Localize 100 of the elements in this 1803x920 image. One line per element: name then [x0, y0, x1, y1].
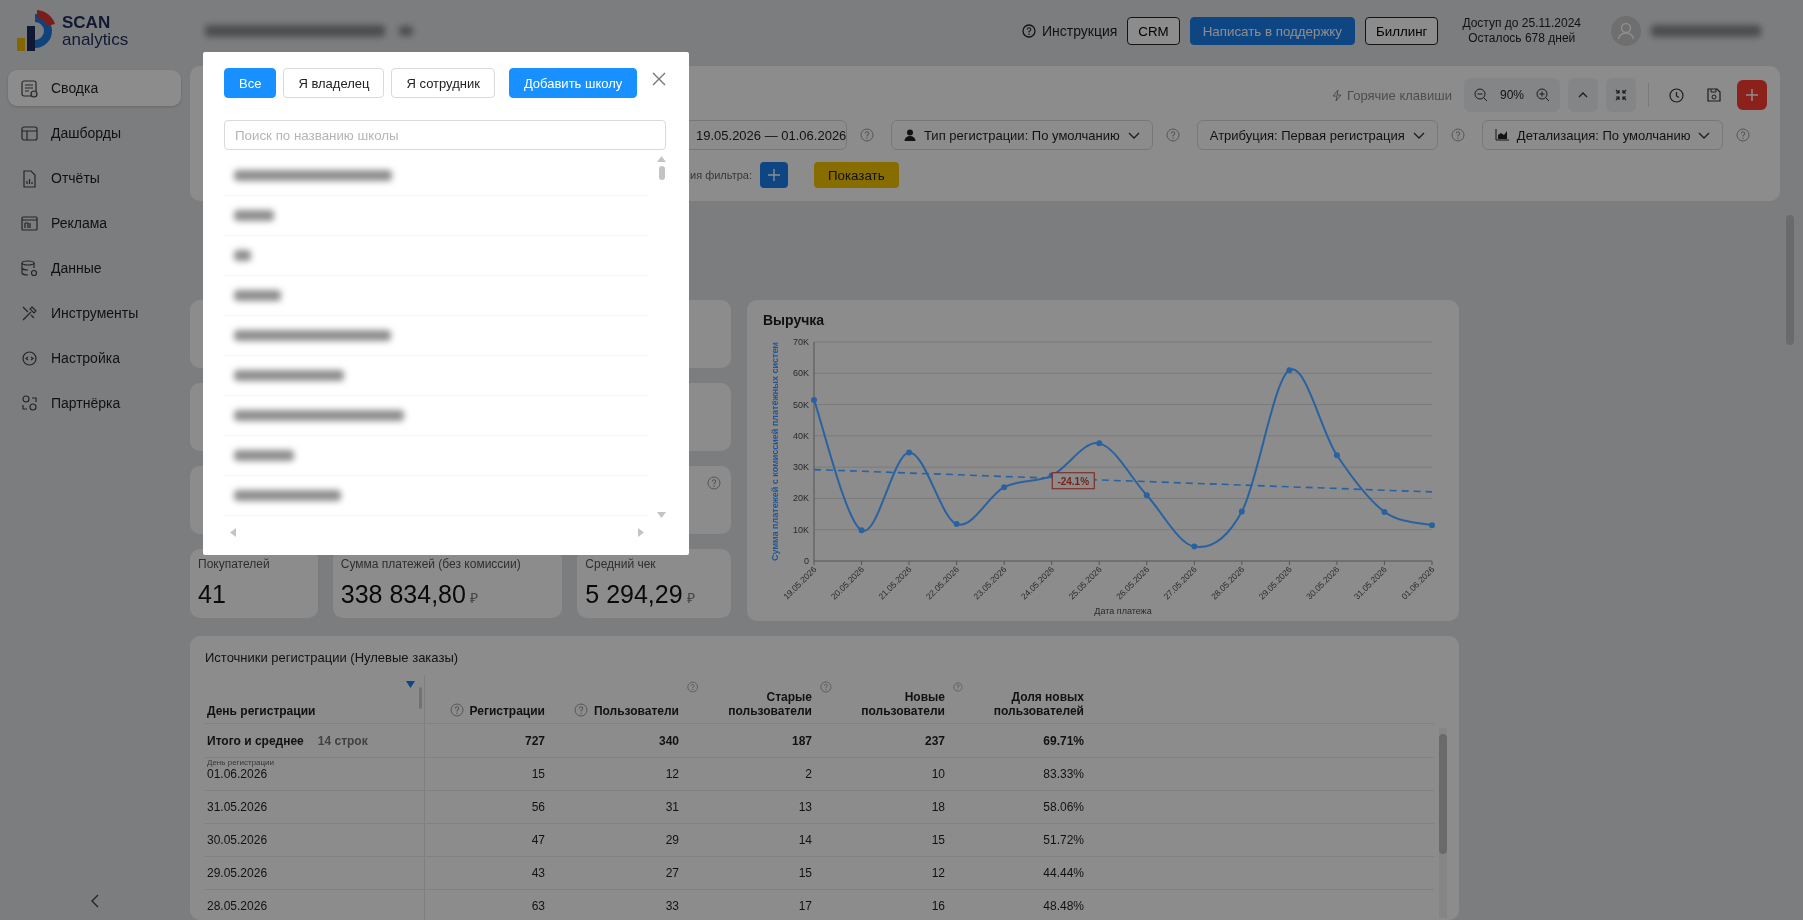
sidebar-item[interactable]: Партнёрка — [8, 385, 181, 421]
sidebar-item[interactable]: Данные — [8, 250, 181, 286]
show-button[interactable]: Показать — [814, 162, 899, 188]
table-cell-text: 63 — [530, 898, 545, 915]
chart-title: Выручка — [762, 311, 826, 330]
column-header[interactable]: Старые пользователи — [704, 690, 812, 718]
scroll-down-icon[interactable] — [657, 512, 666, 518]
add-button[interactable] — [1737, 80, 1767, 110]
table-cell: 01.06.2026 — [207, 767, 268, 781]
data-point — [1238, 508, 1245, 515]
collapse-icon[interactable] — [89, 894, 100, 908]
column-header[interactable]: Регистрации — [469, 704, 545, 718]
stat-label: Средний чек — [585, 557, 657, 571]
table-cell-text: 187 — [790, 732, 812, 750]
currency-sign: ₽ — [686, 589, 695, 607]
help-icon — [1450, 128, 1465, 142]
search-field[interactable]: Поиск по названию школы — [224, 120, 666, 150]
help-icon — [1165, 128, 1180, 142]
table-cell-text: 29 — [664, 832, 679, 849]
add-filter-button[interactable] — [760, 162, 788, 188]
stat-value: 338 834,80 — [340, 580, 466, 609]
zoom-level: 90% — [1499, 88, 1524, 102]
billing-button[interactable]: Биллинг — [1365, 17, 1439, 45]
shrink-icon — [1615, 89, 1627, 101]
table-cell-text: 51.72% — [1042, 832, 1084, 849]
plus-icon — [768, 169, 780, 181]
logo-text: SCAN — [62, 14, 112, 31]
table-cell: 28.05.2026 — [207, 899, 268, 913]
column-header[interactable]: День регистрации — [207, 704, 316, 718]
table-cell-text: 15 — [930, 832, 945, 849]
axis-tick-label: 50K — [793, 399, 809, 410]
add-school-button[interactable]: Добавить школу — [508, 68, 638, 98]
data-point — [1143, 492, 1150, 499]
column-header[interactable]: Новые пользователи — [837, 690, 945, 718]
avatar-icon[interactable] — [1611, 16, 1641, 46]
axis-tick-label: 20K — [793, 493, 809, 504]
scroll-left-icon[interactable] — [230, 528, 236, 537]
sidebar-item[interactable]: Инструменты — [8, 295, 181, 331]
filter-tab[interactable]: Я владелец — [283, 68, 385, 98]
table-cell-text: 83.33% — [1042, 766, 1084, 783]
crm-button[interactable]: CRM — [1127, 17, 1180, 45]
data-point — [1096, 440, 1103, 447]
sidebar-item[interactable]: Отчёты — [8, 160, 181, 196]
table-title: Источники регистрации (Нулевые заказы) — [205, 650, 460, 667]
table-cell: 31.05.2026 — [207, 800, 268, 814]
filter-icon[interactable] — [406, 681, 415, 688]
sidebar-item[interactable]: Настройка — [8, 340, 181, 376]
users-icon — [20, 393, 39, 413]
data-point — [1001, 484, 1008, 491]
data-point — [1333, 452, 1340, 459]
table-cell-text: 10 — [930, 766, 945, 783]
table-cell: Итого и среднее — [207, 733, 304, 748]
trend-label: -24.1% — [1051, 472, 1095, 490]
column-header[interactable]: Пользователи — [593, 704, 679, 718]
scrollbar-thumb[interactable] — [1439, 734, 1447, 854]
table-cell-text: 13 — [797, 799, 812, 816]
filter-tab[interactable]: Все — [224, 68, 277, 98]
column-header[interactable]: Доля новых пользователей — [968, 690, 1084, 718]
redacted-text — [234, 250, 251, 261]
help-icon — [860, 128, 874, 142]
table-cell-text: 56 — [530, 799, 545, 816]
clock-icon — [1668, 87, 1684, 103]
fullscreen-button[interactable] — [1606, 78, 1636, 112]
row-count: 14 строк — [317, 733, 368, 748]
filter-tab[interactable]: Я сотрудник — [391, 68, 495, 98]
table-cell-text: 15 — [530, 766, 545, 783]
document-chart-icon — [20, 168, 39, 188]
scroll-up-icon[interactable] — [657, 156, 666, 162]
data-point — [1381, 508, 1388, 515]
filter-dropdown[interactable]: Атрибуция: Первая регистрация — [1196, 120, 1438, 150]
person-icon — [904, 129, 916, 141]
sidebar-item[interactable]: Реклама — [8, 205, 181, 241]
data-point — [906, 449, 913, 456]
filter-dropdown[interactable]: Детализация: По умолчанию — [1481, 120, 1724, 150]
axis-tick-label: 10K — [793, 524, 809, 535]
support-button[interactable]: Написать в поддержку — [1189, 17, 1355, 45]
table-cell: 29.05.2026 — [207, 866, 268, 880]
scrollbar-thumb[interactable] — [658, 166, 665, 180]
cell-caption: День регистрации — [207, 758, 275, 767]
close-icon[interactable] — [652, 72, 666, 86]
collapse-button[interactable] — [1568, 78, 1598, 112]
logo-text: analytics — [62, 31, 129, 48]
redacted-text — [399, 26, 413, 36]
filter-dropdown[interactable]: Тип регистрации: По умолчанию — [891, 120, 1153, 150]
filter-label: ия фильтра: — [690, 169, 752, 181]
sidebar-item[interactable]: Дашборды — [8, 115, 181, 151]
axis-tick-label: 0 — [804, 556, 809, 566]
table-cell-text: 16 — [930, 898, 945, 915]
lightning-icon — [1332, 88, 1343, 102]
stat-value: 41 — [198, 580, 226, 609]
stat-label: Сумма платежей (без комиссии) — [340, 557, 522, 571]
help-link[interactable]: Инструкция — [1021, 23, 1118, 39]
axis-tick-label: 40K — [793, 430, 809, 441]
zoom-out-icon[interactable] — [1473, 88, 1488, 102]
redacted-text — [234, 290, 281, 301]
axis-tick-label: 30K — [793, 462, 809, 473]
chevron-up-icon — [1578, 92, 1588, 98]
scroll-right-icon[interactable] — [638, 528, 644, 537]
sidebar-item[interactable]: Сводка — [8, 70, 181, 106]
zoom-in-icon[interactable] — [1536, 88, 1550, 102]
